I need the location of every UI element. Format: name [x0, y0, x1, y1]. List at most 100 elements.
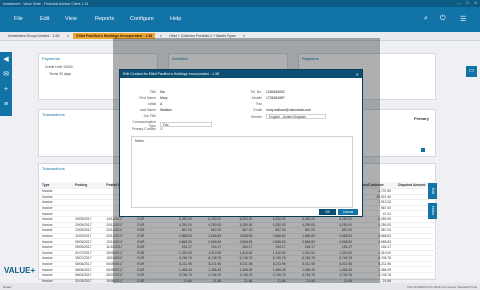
notes-label: Notes	[135, 139, 144, 143]
dialog-close-icon[interactable]: ✕	[356, 72, 359, 77]
close-tab-icon[interactable]: ✕	[66, 34, 69, 38]
initial-value[interactable]: A	[160, 102, 162, 106]
primary-contact-checkbox[interactable]: ☑	[160, 127, 163, 131]
column-header[interactable]: Type	[39, 183, 72, 187]
edit-side-button[interactable]: Edit	[428, 183, 437, 199]
field-label: Fax	[256, 102, 262, 106]
field-initial: Initial A	[125, 102, 162, 106]
search-icon[interactable]: ⌕	[424, 15, 428, 23]
table-cell: Invoice	[42, 267, 53, 272]
menu-configure[interactable]: Configure	[130, 16, 154, 22]
menu-help[interactable]: Help	[170, 16, 181, 22]
collapse-icon[interactable]: ◀	[3, 55, 8, 64]
column-header[interactable]: Posting	[72, 183, 103, 187]
field-job-title: Job Title	[125, 114, 160, 118]
table-cell: 09/05/2017	[75, 239, 92, 244]
dialog-title: Edit Contact for Elliot Pacifico's Holdi…	[123, 72, 219, 76]
status-text: Ready	[3, 284, 12, 289]
connection-status: http://LONDON-PC-0312 Connected: Standar…	[407, 284, 477, 289]
table-cell: 06/06/2017	[75, 262, 92, 267]
table-cell: Invoice	[42, 256, 53, 261]
table-cell: Invoice	[42, 250, 53, 255]
screen-icon[interactable]: ▭	[466, 66, 477, 77]
table-cell: Invoice	[42, 194, 53, 199]
notes-side-button[interactable]: Notes	[428, 203, 437, 219]
table-cell: Invoice	[42, 239, 53, 244]
table-cell: Invoice	[42, 189, 53, 194]
field-title: Title Ms.	[125, 90, 166, 94]
table-cell: Invoice	[42, 273, 53, 278]
close-window-button[interactable]: ✕	[474, 1, 477, 5]
field-label: Gender	[250, 114, 262, 119]
add-icon[interactable]: +	[4, 85, 8, 94]
field-label: Job Title	[143, 114, 156, 118]
gender-select[interactable]: English - United Kingdom	[266, 114, 326, 119]
power-icon[interactable]: ⏻	[440, 15, 446, 23]
table-cell: 06/06/2017	[75, 267, 92, 272]
table-cell: Invoice	[42, 262, 53, 267]
value-logo: VALUE+	[4, 266, 36, 275]
field-label: Title	[149, 90, 156, 94]
cancel-button[interactable]: Cancel	[338, 209, 358, 215]
window-title: Investment - Value Suite - Financial Adv…	[3, 1, 89, 6]
table-cell: Invoice	[42, 228, 53, 233]
field-fax: Fax	[240, 102, 266, 106]
table-cell: 20/09/2017	[75, 222, 92, 227]
menu-edit[interactable]: Edit	[40, 16, 49, 22]
menu-reports[interactable]: Reports	[95, 16, 114, 22]
field-label: Tel. No.	[250, 90, 263, 94]
communication-type-select[interactable]: Fax	[160, 121, 212, 127]
breadcrumb-item[interactable]: Investment Group Limited - 1.59	[5, 33, 62, 39]
table-cell: 09/05/2017	[75, 245, 92, 250]
table-cell: 11/09/2017	[75, 234, 92, 239]
field-label: Primary Contact	[131, 127, 156, 131]
field-email: Email mary.wallace@valuedata.com	[240, 108, 312, 112]
field-label: First Name	[139, 96, 156, 100]
table-cell: Invoice	[42, 211, 53, 216]
table-cell: Invoice	[42, 245, 53, 250]
email-value[interactable]: mary.wallace@valuedata.com	[266, 108, 311, 112]
field-gender: Gender English - United Kingdom	[240, 114, 326, 119]
hamburger-menu-icon[interactable]: ☰	[460, 15, 466, 23]
menu-file[interactable]: File	[14, 16, 23, 22]
edit-contact-dialog: Edit Contact for Elliot Pacifico's Holdi…	[119, 69, 363, 217]
minimize-button[interactable]: —	[457, 1, 461, 5]
table-cell: Invoice	[42, 200, 53, 205]
table-cell: Invoice	[42, 217, 53, 222]
table-cell: Invoice	[42, 206, 53, 211]
field-tel: Tel. No. 1283456052	[240, 90, 285, 94]
field-label: Email	[253, 108, 262, 112]
table-cell: 21/07/2017	[75, 250, 92, 255]
field-first-name: First Name Mary	[125, 96, 168, 100]
menu-view[interactable]: View	[65, 16, 77, 22]
notes-textarea[interactable]: Notes	[131, 136, 353, 208]
last-name-value[interactable]: Wallace	[160, 108, 172, 112]
mail-icon[interactable]: ✉	[3, 70, 9, 79]
field-label: Initial	[148, 102, 156, 106]
menu-bar: File Edit View Reports Configure Help ⌕ …	[0, 7, 480, 32]
nav-rail: ◀ ✉ + ≡	[0, 52, 12, 116]
field-label: Mobile	[252, 96, 262, 100]
mobile-value[interactable]: 1726354587	[266, 96, 285, 100]
field-mobile: Mobile 1726354587	[240, 96, 285, 100]
tel-value[interactable]: 1283456052	[266, 90, 285, 94]
field-primary-contact: Primary Contact ☑	[125, 127, 163, 131]
primary-label: Primary	[414, 116, 429, 121]
window-controls: — ☐ ✕	[457, 1, 477, 5]
table-cell: Invoice	[42, 234, 53, 239]
table-cell: 12/09/2017	[75, 228, 92, 233]
edit-icon[interactable]	[421, 148, 425, 152]
dialog-title-bar: Edit Contact for Elliot Pacifico's Holdi…	[120, 70, 362, 78]
first-name-value[interactable]: Mary	[160, 96, 168, 100]
table-cell: 19/07/2017	[75, 256, 92, 261]
ok-button[interactable]: OK	[319, 209, 336, 215]
title-value[interactable]: Ms.	[160, 90, 165, 94]
table-cell: Invoice	[42, 222, 53, 227]
list-icon[interactable]: ≡	[4, 100, 8, 109]
field-label: Last Name	[139, 108, 156, 112]
table-cell: 06/04/2017	[75, 273, 92, 278]
window-titlebar: Investment - Value Suite - Financial Adv…	[0, 0, 480, 7]
table-cell: 20/09/2017	[75, 217, 92, 222]
maximize-button[interactable]: ☐	[466, 1, 469, 5]
status-bar: Ready http://LONDON-PC-0312 Connected: S…	[0, 283, 480, 290]
